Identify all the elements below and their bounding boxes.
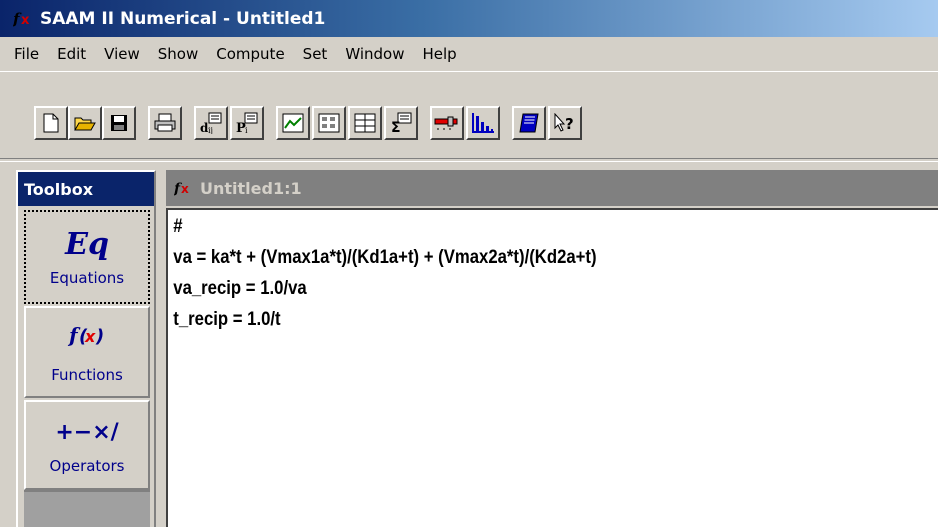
new-button[interactable] xyxy=(34,106,68,140)
editor-line: t_recip = 1.0/t xyxy=(173,309,281,330)
print-button[interactable] xyxy=(148,106,182,140)
toolbar-separator xyxy=(0,158,938,162)
parameters-icon: Pi xyxy=(235,112,259,134)
menu-compute[interactable]: Compute xyxy=(207,37,293,70)
tool-equations-label: Equations xyxy=(49,269,125,287)
save-button[interactable] xyxy=(102,106,136,140)
context-help-icon: ? xyxy=(553,113,577,133)
menu-show[interactable]: Show xyxy=(149,37,207,70)
editor-line: va = ka*t + (Vmax1a*t)/(Kd1a+t) + (Vmax2… xyxy=(173,247,597,268)
svg-text:x: x xyxy=(21,13,30,28)
open-button[interactable] xyxy=(68,106,102,140)
tool-operators[interactable]: +−×/ Operators xyxy=(24,400,150,490)
menu-window[interactable]: Window xyxy=(336,37,413,70)
tool-equations[interactable]: Eq Equations xyxy=(24,210,150,304)
menu-edit[interactable]: Edit xyxy=(48,37,95,70)
operators-icon: +−×/ xyxy=(55,420,119,445)
window-title: SAAM II Numerical - Untitled1 xyxy=(40,8,326,29)
slider-button[interactable] xyxy=(430,106,464,140)
svg-text:ij: ij xyxy=(208,126,213,134)
svg-text:i: i xyxy=(245,126,248,134)
open-icon xyxy=(74,114,96,132)
slider-icon xyxy=(434,115,460,131)
plot-button[interactable] xyxy=(276,106,310,140)
statistics-button[interactable]: Σ xyxy=(384,106,418,140)
menu-file[interactable]: File xyxy=(0,37,48,70)
svg-text:Σ: Σ xyxy=(391,120,401,134)
histogram-icon xyxy=(471,112,495,134)
menu-help[interactable]: Help xyxy=(413,37,465,70)
svg-text:?: ? xyxy=(565,115,574,133)
document-window: f x Untitled1:1 # va = ka*t + (Vmax1a*t)… xyxy=(164,168,938,527)
data-table-button[interactable]: d ij xyxy=(194,106,228,140)
title-bar[interactable]: f x SAAM II Numerical - Untitled1 xyxy=(0,0,938,37)
editor-line: # xyxy=(173,216,183,237)
context-help-button[interactable]: ? xyxy=(548,106,582,140)
parameters-button[interactable]: Pi xyxy=(230,106,264,140)
tool-operators-label: Operators xyxy=(49,457,125,475)
new-icon xyxy=(42,113,60,133)
svg-text:): ) xyxy=(95,326,104,347)
equations-icon: Eq xyxy=(65,227,109,262)
histogram-button[interactable] xyxy=(466,106,500,140)
menu-view[interactable]: View xyxy=(95,37,149,70)
toolbox-panel: Toolbox Eq Equations f(x) Functions +−×/… xyxy=(16,170,156,527)
notebook-button[interactable] xyxy=(512,106,546,140)
menu-bar: File Edit View Show Compute Set Window H… xyxy=(0,37,938,70)
toolbox-empty-area xyxy=(24,490,150,527)
menu-set[interactable]: Set xyxy=(294,37,337,70)
svg-text:x: x xyxy=(84,327,96,346)
saam-f-icon: f x xyxy=(12,8,38,30)
tool-functions-label: Functions xyxy=(51,366,123,384)
functions-icon: f(x) xyxy=(67,320,107,360)
svg-text:x: x xyxy=(181,182,189,196)
table-view-icon xyxy=(318,113,340,133)
data-table-icon: d ij xyxy=(199,112,223,134)
print-icon xyxy=(154,113,176,133)
notebook-icon xyxy=(518,112,540,134)
document-title-bar[interactable]: f x Untitled1:1 xyxy=(166,170,938,206)
document-icon: f x xyxy=(174,177,196,199)
toolbox-title: Toolbox xyxy=(18,172,154,206)
statistics-icon: Σ xyxy=(390,112,412,134)
editor-line: va_recip = 1.0/va xyxy=(173,278,307,299)
table-view-button[interactable] xyxy=(312,106,346,140)
document-title: Untitled1:1 xyxy=(200,178,302,198)
toolbar: d ij Pi Σ ? xyxy=(0,71,938,158)
tool-functions[interactable]: f(x) Functions xyxy=(24,306,150,398)
columns-icon xyxy=(354,113,376,133)
equation-editor[interactable]: # va = ka*t + (Vmax1a*t)/(Kd1a+t) + (Vma… xyxy=(166,208,938,527)
plot-icon xyxy=(282,113,304,133)
save-icon xyxy=(110,114,128,132)
columns-button[interactable] xyxy=(348,106,382,140)
